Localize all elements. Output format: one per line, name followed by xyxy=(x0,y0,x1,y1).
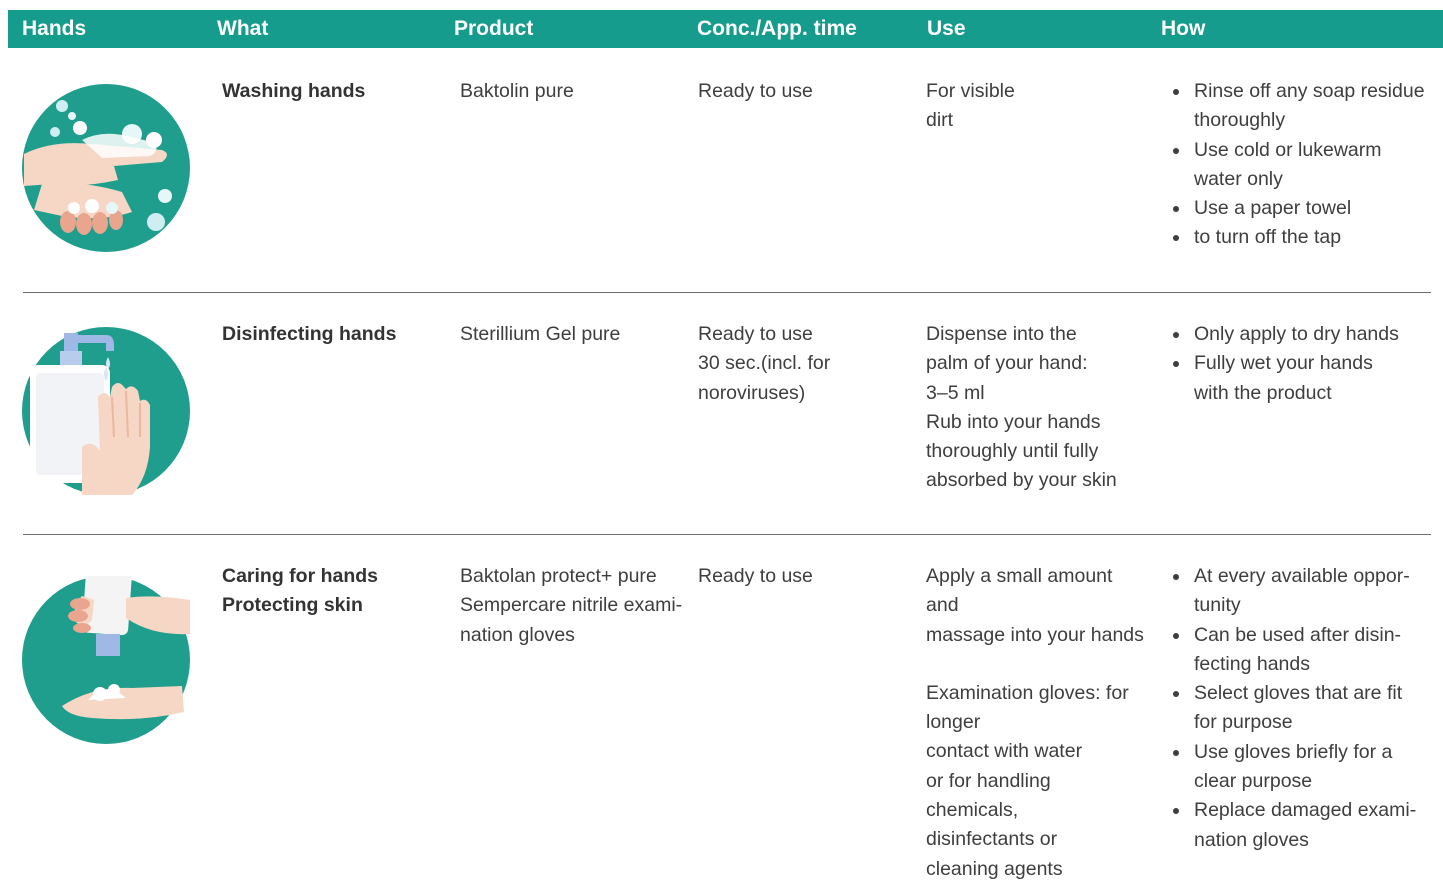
use-caring: Apply a small amount and massage into yo… xyxy=(926,565,1144,880)
use-disinfecting: Dispense into the palm of your hand: 3–5… xyxy=(926,323,1117,492)
product-caring: Baktolan protect+ pure Sempercare nitril… xyxy=(460,565,683,646)
list-item: Use gloves briefly for a clear purpose xyxy=(1170,738,1416,797)
list-item: to turn off the tap xyxy=(1170,223,1425,252)
washing-hands-icon xyxy=(22,84,190,252)
row-divider xyxy=(23,534,1431,535)
how-caring: At every available oppor-tunity Can be u… xyxy=(1170,562,1416,855)
list-item: At every available oppor-tunity xyxy=(1170,562,1416,621)
header-how: How xyxy=(1161,17,1206,40)
list-item: Use cold or lukewarm water only xyxy=(1170,136,1425,195)
list-item: Can be used after disin-fecting hands xyxy=(1170,621,1416,680)
how-disinfecting: Only apply to dry hands Fully wet your h… xyxy=(1170,320,1399,408)
header-conc: Conc./App. time xyxy=(697,17,857,40)
what-caring: Caring for hands Protecting skin xyxy=(222,565,379,617)
list-item: Replace damaged exami-nation gloves xyxy=(1170,796,1416,855)
caring-hands-icon xyxy=(22,576,190,744)
list-item: Select gloves that are fit for purpose xyxy=(1170,679,1416,738)
table-header: Hands What Product Conc./App. time Use H… xyxy=(8,10,1443,48)
use-washing: For visible dirt xyxy=(926,80,1015,132)
how-washing: Rinse off any soap residue thoroughly Use… xyxy=(1170,77,1425,253)
conc-disinfecting: Ready to use 30 sec.(incl. for norovirus… xyxy=(698,323,831,404)
conc-caring: Ready to use xyxy=(698,565,813,587)
list-item: Only apply to dry hands xyxy=(1170,320,1399,349)
what-disinfecting: Disinfecting hands xyxy=(222,323,397,345)
what-washing: Washing hands xyxy=(222,80,366,102)
conc-washing: Ready to use xyxy=(698,80,813,102)
product-disinfecting: Sterillium Gel pure xyxy=(460,323,621,345)
product-washing: Baktolin pure xyxy=(460,80,574,102)
list-item: Fully wet your hands with the product xyxy=(1170,349,1399,408)
list-item: Rinse off any soap residue thoroughly xyxy=(1170,77,1425,136)
header-what: What xyxy=(217,17,269,40)
disinfecting-hands-icon xyxy=(22,327,190,495)
header-use: Use xyxy=(927,17,966,40)
header-hands: Hands xyxy=(22,17,87,40)
header-product: Product xyxy=(454,17,534,40)
row-divider xyxy=(23,292,1431,293)
list-item: Use a paper towel xyxy=(1170,194,1425,223)
